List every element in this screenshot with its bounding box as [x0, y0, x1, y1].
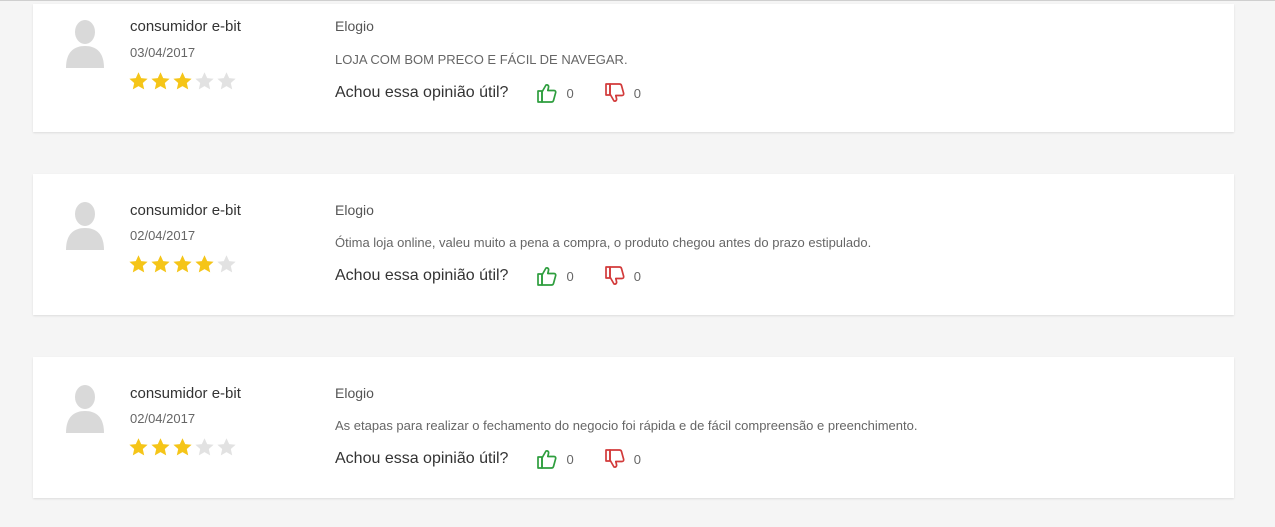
- avatar-icon: [65, 18, 105, 68]
- star-empty-icon: [217, 255, 236, 273]
- review-category: Elogio: [335, 385, 374, 401]
- star-empty-icon: [195, 72, 214, 90]
- review-category: Elogio: [335, 18, 374, 34]
- thumbs-down-icon: [604, 265, 626, 287]
- thumbs-up-button[interactable]: 0: [536, 448, 574, 470]
- review-date: 03/04/2017: [130, 45, 196, 60]
- review-author: consumidor e-bit: [130, 385, 241, 402]
- review-card: consumidor e-bit 03/04/2017 Elogio LOJA …: [33, 4, 1234, 132]
- review-card: consumidor e-bit 02/04/2017 Elogio Ótima…: [33, 174, 1234, 315]
- thumbs-down-button[interactable]: 0: [604, 265, 641, 287]
- thumbs-down-count: 0: [633, 85, 641, 101]
- review-text: LOJA COM BOM PRECO E FÁCIL DE NAVEGAR.: [335, 52, 628, 67]
- useful-row: Achou essa opinião útil? 0 0: [335, 264, 671, 288]
- star-filled-icon: [129, 438, 148, 456]
- star-filled-icon: [151, 255, 170, 273]
- star-empty-icon: [217, 438, 236, 456]
- thumbs-down-button[interactable]: 0: [604, 82, 641, 104]
- thumbs-down-count: 0: [633, 268, 641, 284]
- thumbs-down-button[interactable]: 0: [604, 448, 641, 470]
- star-empty-icon: [217, 72, 236, 90]
- star-filled-icon: [151, 72, 170, 90]
- useful-question: Achou essa opinião útil?: [335, 267, 509, 284]
- review-text: Ótima loja online, valeu muito a pena a …: [335, 235, 872, 250]
- thumbs-up-icon: [536, 448, 558, 470]
- thumbs-up-count: 0: [566, 85, 574, 101]
- useful-row: Achou essa opinião útil? 0 0: [335, 447, 671, 471]
- thumbs-up-count: 0: [566, 268, 574, 284]
- review-author: consumidor e-bit: [130, 18, 241, 35]
- review-date: 02/04/2017: [130, 411, 196, 426]
- thumbs-down-icon: [604, 448, 626, 470]
- useful-question: Achou essa opinião útil?: [335, 84, 509, 101]
- star-filled-icon: [173, 72, 192, 90]
- star-filled-icon: [151, 438, 170, 456]
- star-rating: [128, 437, 237, 457]
- thumbs-up-count: 0: [566, 451, 574, 467]
- review-category: Elogio: [335, 202, 374, 218]
- thumbs-down-icon: [604, 82, 626, 104]
- review-card: consumidor e-bit 02/04/2017 Elogio As et…: [33, 357, 1234, 498]
- star-filled-icon: [173, 438, 192, 456]
- review-date: 02/04/2017: [130, 228, 196, 243]
- thumbs-up-button[interactable]: 0: [536, 82, 574, 104]
- useful-question: Achou essa opinião útil?: [335, 450, 509, 467]
- star-filled-icon: [195, 255, 214, 273]
- star-rating: [128, 71, 237, 91]
- star-empty-icon: [195, 438, 214, 456]
- avatar-icon: [65, 200, 105, 250]
- review-author: consumidor e-bit: [130, 202, 241, 219]
- star-rating: [128, 254, 237, 274]
- star-filled-icon: [129, 72, 148, 90]
- thumbs-up-icon: [536, 82, 558, 104]
- thumbs-up-icon: [536, 265, 558, 287]
- avatar-icon: [65, 383, 105, 433]
- star-filled-icon: [129, 255, 148, 273]
- thumbs-up-button[interactable]: 0: [536, 265, 574, 287]
- thumbs-down-count: 0: [633, 451, 641, 467]
- star-filled-icon: [173, 255, 192, 273]
- review-text: As etapas para realizar o fechamento do …: [335, 418, 918, 433]
- useful-row: Achou essa opinião útil? 0 0: [335, 81, 671, 105]
- reviews-list: consumidor e-bit 03/04/2017 Elogio LOJA …: [0, 0, 1275, 527]
